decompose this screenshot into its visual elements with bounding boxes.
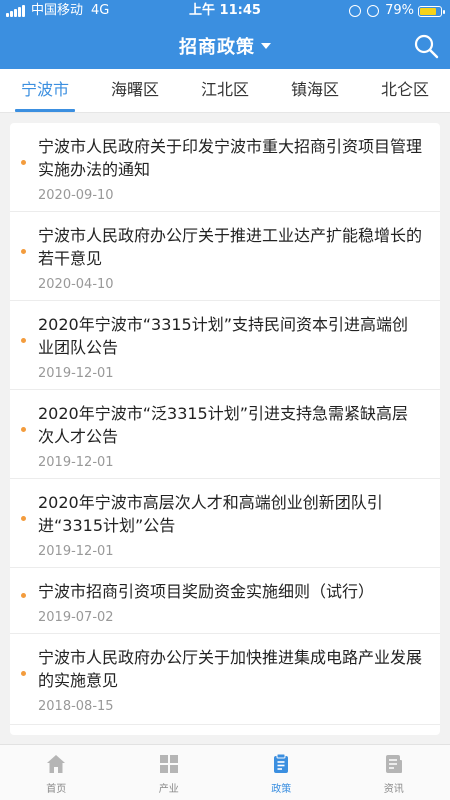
list-item[interactable]: 宁波市招商引资项目奖励资金实施细则（试行） 2019-07-02 — [10, 568, 440, 634]
nav-label: 产业 — [158, 784, 179, 795]
bullet-dot — [21, 671, 26, 676]
status-bar: 中国移动 4G 上午 11:45 79% — [0, 0, 450, 22]
bullet-dot — [21, 427, 26, 432]
caret-down-icon — [261, 42, 271, 49]
app-header: 中国移动 4G 上午 11:45 79% 招商政策 — [0, 0, 450, 69]
grid-icon — [159, 755, 178, 773]
search-icon[interactable] — [412, 32, 440, 60]
battery-percent: 79% — [385, 3, 414, 18]
tab-zhenhai[interactable]: 镇海区 — [270, 69, 360, 112]
article-date: 2019-07-02 — [38, 610, 114, 625]
bullet-dot — [21, 249, 26, 254]
nav-label: 资讯 — [383, 784, 404, 795]
article-title: 宁波市人民政府关于印发宁波市重大招商引资项目管理实施办法的通知 — [38, 137, 423, 179]
nav-home[interactable]: 首页 — [0, 745, 113, 800]
title-dropdown[interactable]: 招商政策 — [179, 33, 271, 59]
news-icon — [385, 755, 402, 773]
bullet-dot — [21, 516, 26, 521]
article-date: 2020-04-10 — [38, 277, 114, 292]
article-date: 2019-12-01 — [38, 455, 114, 470]
bullet-dot — [21, 593, 26, 598]
policy-list: 宁波市人民政府关于印发宁波市重大招商引资项目管理实施办法的通知 2020-09-… — [10, 123, 440, 735]
article-title: 宁波市人民政府办公厅关于加快推进集成电路产业发展的实施意见 — [38, 648, 423, 690]
list-item[interactable]: 宁波市人民政府办公厅关于推进工业达产扩能稳增长的若干意见 2020-04-10 — [10, 212, 440, 301]
article-title: 宁波市招商引资项目奖励资金实施细则（试行） — [38, 582, 375, 601]
battery-icon — [418, 5, 445, 17]
document-icon — [274, 753, 289, 773]
list-item[interactable]: 2020年宁波市高层次人才和高端创业创新团队引进“3315计划”公告 2019-… — [10, 479, 440, 568]
bullet-dot — [21, 338, 26, 343]
page-title: 招商政策 — [179, 36, 255, 58]
article-date: 2019-12-01 — [38, 544, 114, 559]
title-bar: 招商政策 — [0, 22, 450, 69]
alarm-icon — [367, 5, 380, 17]
tab-ningbo[interactable]: 宁波市 — [0, 69, 90, 112]
article-title: 2020年宁波市“泛3315计划”引进支持急需紧缺高层次人才公告 — [38, 404, 409, 446]
district-tabs: 宁波市 海曙区 江北区 镇海区 北仑区 — [0, 69, 450, 113]
list-item[interactable]: 宁波市人民政府关于印发宁波市重大招商引资项目管理实施办法的通知 2020-09-… — [10, 123, 440, 212]
tab-beilun[interactable]: 北仑区 — [360, 69, 450, 112]
nav-label: 首页 — [46, 784, 67, 795]
home-icon — [47, 755, 66, 773]
nav-news[interactable]: 资讯 — [338, 745, 450, 800]
nav-label: 政策 — [271, 784, 292, 795]
bullet-dot — [21, 160, 26, 165]
bottom-nav: 首页 产业 政策 资讯 — [0, 744, 450, 800]
list-item[interactable]: 2020年宁波市“泛3315计划”引进支持急需紧缺高层次人才公告 2019-12… — [10, 390, 440, 479]
article-title: 2020年宁波市“3315计划”支持民间资本引进高端创业团队公告 — [38, 315, 409, 357]
article-date: 2019-12-01 — [38, 366, 114, 381]
nav-industry[interactable]: 产业 — [113, 745, 226, 800]
list-item[interactable]: 宁波市人民政府办公厅关于加快推进集成电路产业发展的实施意见 2018-08-15 — [10, 634, 440, 725]
list-item[interactable]: 2020年宁波市“3315计划”支持民间资本引进高端创业团队公告 2019-12… — [10, 301, 440, 390]
status-bar-right: 79% — [349, 0, 445, 22]
tab-haishu[interactable]: 海曙区 — [90, 69, 180, 112]
nav-policy[interactable]: 政策 — [225, 745, 338, 800]
article-title: 宁波市人民政府办公厅关于推进工业达产扩能稳增长的若干意见 — [38, 226, 423, 268]
article-title: 2020年宁波市高层次人才和高端创业创新团队引进“3315计划”公告 — [38, 493, 383, 535]
tab-jiangbei[interactable]: 江北区 — [180, 69, 270, 112]
rotation-lock-icon — [349, 5, 362, 17]
article-date: 2018-08-15 — [38, 699, 114, 714]
article-date: 2020-09-10 — [38, 188, 114, 203]
